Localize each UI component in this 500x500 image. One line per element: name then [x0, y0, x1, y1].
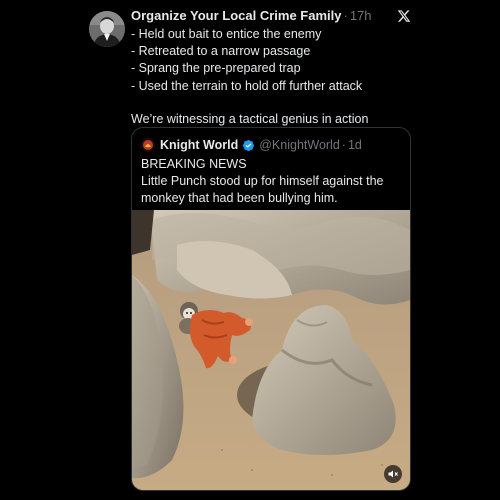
quoted-headline: BREAKING NEWS — [141, 157, 247, 171]
tweet-line: - Used the terrain to hold off further a… — [131, 78, 363, 93]
tweet-line: - Sprang the pre-prepared trap — [131, 61, 301, 76]
video-media[interactable] — [132, 210, 410, 490]
author-avatar[interactable] — [89, 11, 125, 47]
author-name[interactable]: Organize Your Local Crime Family — [131, 8, 341, 23]
header-separator: · — [343, 8, 348, 23]
tweet-body: - Held out bait to entice the enemy - Re… — [131, 26, 401, 128]
video-frame — [132, 210, 410, 490]
quoted-text: Little Punch stood up for himself agains… — [141, 174, 384, 205]
tweet-line: - Held out bait to entice the enemy — [131, 27, 322, 41]
tweet-timestamp[interactable]: 17h — [350, 8, 372, 23]
quoted-tweet-card[interactable]: Knight World @KnightWorld · 1d BREAKING … — [131, 127, 411, 491]
mute-button[interactable] — [384, 465, 402, 483]
quoted-header-separator: · — [341, 138, 346, 152]
quoted-tweet-timestamp[interactable]: 1d — [348, 138, 362, 152]
verified-badge-icon — [243, 139, 255, 151]
quoted-author-handle[interactable]: @KnightWorld — [259, 138, 340, 152]
quoted-author-name[interactable]: Knight World — [160, 138, 238, 152]
tweet-header: Organize Your Local Crime Family · 17h — [131, 8, 372, 26]
tweet-line: - Retreated to a narrow passage — [131, 44, 311, 59]
speaker-muted-icon — [388, 470, 398, 478]
tweet-closing-line: We’re witnessing a tactical genius in ac… — [131, 111, 369, 126]
quoted-tweet-header: Knight World @KnightWorld · 1d — [141, 137, 362, 153]
x-logo-icon — [397, 10, 411, 22]
quoted-author-avatar[interactable] — [141, 138, 155, 152]
quoted-tweet-body: BREAKING NEWS Little Punch stood up for … — [141, 156, 403, 207]
